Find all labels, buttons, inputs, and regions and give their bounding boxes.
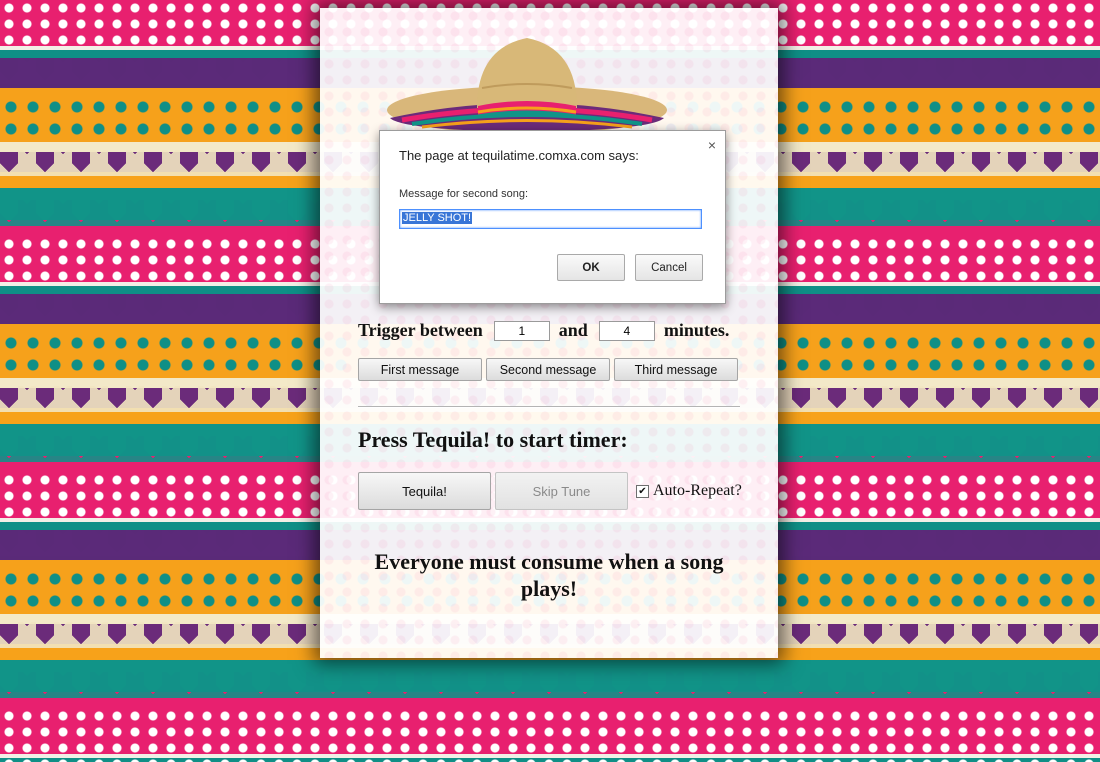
skip-tune-button[interactable]: Skip Tune [495,472,628,510]
section-divider [358,406,740,408]
trigger-label-prefix: Trigger between [358,320,483,340]
prompt-dialog: The page at tequilatime.comxa.com says: … [379,130,726,304]
dialog-prompt-label: Message for second song: [399,188,529,200]
second-message-button[interactable]: Second message [486,358,610,381]
dialog-title: The page at tequilatime.comxa.com says: [399,148,639,163]
max-minutes-input[interactable] [598,320,655,341]
trigger-label-suffix: minutes. [663,320,730,340]
min-minutes-input[interactable] [493,320,550,341]
sombrero-image [387,38,667,134]
checkbox-checked-icon[interactable]: ✔ [636,484,649,498]
teal-triangle-band [0,672,1100,698]
timer-controls: Tequila! Skip Tune ✔ Auto-Repeat? [358,472,742,510]
trigger-row: Trigger between and minutes. [358,320,758,341]
ok-button[interactable]: OK [557,254,625,281]
press-title: Press Tequila! to start timer: [358,427,628,452]
close-icon[interactable]: × [708,137,716,153]
pink-dot-band [0,708,1100,762]
auto-repeat-label: Auto-Repeat? [653,482,742,499]
dialog-input-value: JELLY SHOT! [402,212,473,224]
cancel-button[interactable]: Cancel [635,254,703,281]
tequila-button[interactable]: Tequila! [358,472,491,510]
message-buttons: First message Second message Third messa… [358,358,738,381]
dialog-text-input[interactable]: JELLY SHOT! [399,209,702,229]
trigger-label-and: and [558,320,588,340]
third-message-button[interactable]: Third message [614,358,738,381]
consume-message: Everyone must consume when a song plays! [374,549,724,601]
auto-repeat-checkbox[interactable]: ✔ Auto-Repeat? [636,482,742,500]
first-message-button[interactable]: First message [358,358,482,381]
main-panel: Trigger between and minutes. First messa… [320,8,778,658]
